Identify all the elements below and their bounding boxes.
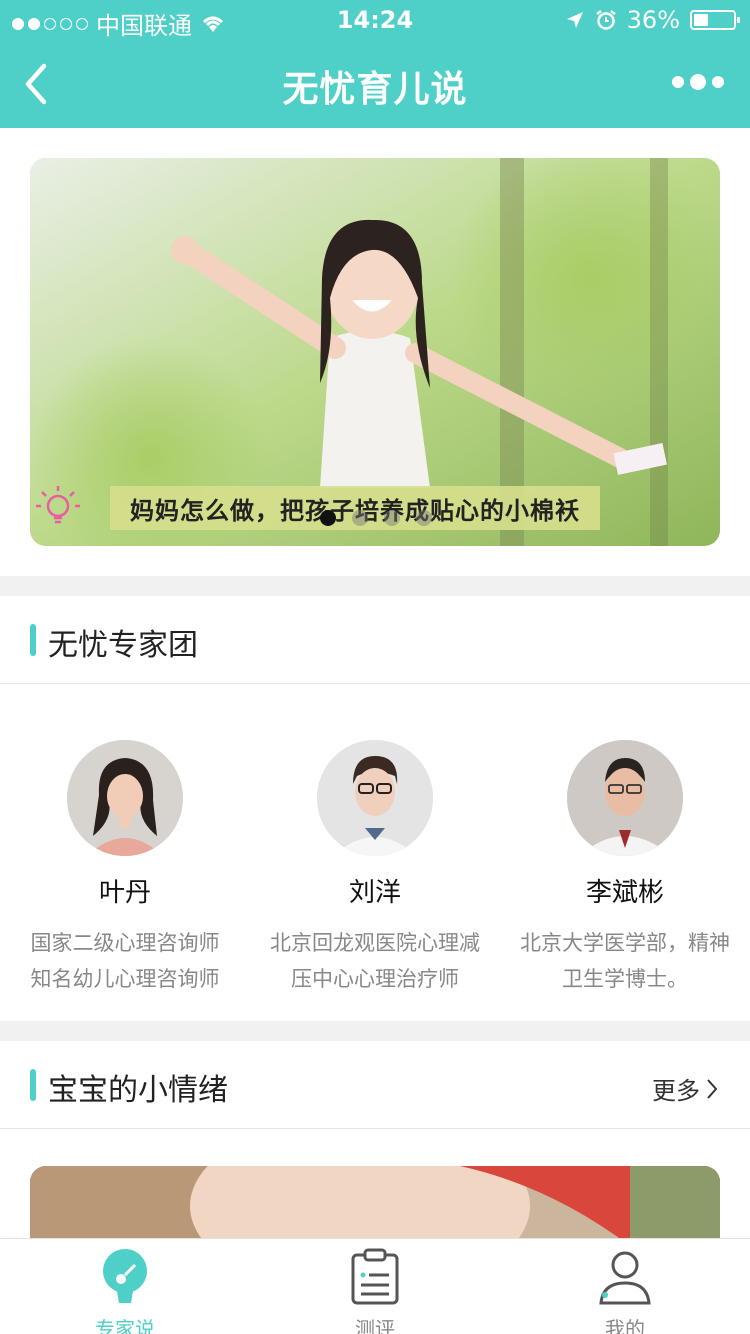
expert-desc-line: 知名幼儿心理咨询师	[30, 967, 220, 991]
carousel-dot[interactable]	[352, 510, 368, 526]
expert-card[interactable]: 李斌彬 北京大学医学部，精神 卫生学博士。	[500, 740, 750, 997]
section-accent-bar	[30, 1069, 36, 1101]
carousel-dot[interactable]	[416, 510, 432, 526]
location-arrow-icon	[566, 12, 583, 28]
emotions-section-header: 宝宝的小情绪 更多	[0, 1041, 750, 1129]
expert-name: 李斌彬	[585, 878, 664, 908]
more-dot-icon	[690, 74, 706, 90]
experts-list: 叶丹 国家二级心理咨询师 知名幼儿心理咨询师 刘洋 北京回龙观医院心理减 压中心…	[0, 740, 750, 1000]
section-divider	[0, 576, 750, 596]
avatar	[317, 740, 433, 856]
carousel-dot[interactable]	[320, 510, 336, 526]
clipboard-icon	[351, 1248, 399, 1305]
page-title: 无忧育儿说	[282, 69, 468, 110]
expert-desc-line: 北京大学医学部，精神	[520, 931, 730, 955]
avatar	[567, 740, 683, 856]
expert-desc-line: 卫生学博士。	[562, 967, 688, 991]
article-card-image[interactable]	[30, 1166, 720, 1246]
expert-desc-line: 国家二级心理咨询师	[30, 931, 220, 955]
more-menu-button[interactable]	[672, 74, 724, 90]
tab-label: 专家说	[95, 1317, 155, 1334]
section-divider	[0, 1021, 750, 1041]
more-dot-icon	[712, 76, 724, 88]
more-dot-icon	[672, 76, 684, 88]
person-icon	[599, 1251, 651, 1305]
expert-card[interactable]: 叶丹 国家二级心理咨询师 知名幼儿心理咨询师	[0, 740, 250, 997]
bulb-icon	[103, 1249, 147, 1303]
tab-bar: 专家说 测评 我的	[0, 1238, 750, 1334]
carousel-indicator	[320, 510, 432, 526]
expert-desc-line: 北京回龙观医院心理减	[270, 931, 480, 955]
tab-label: 测评	[355, 1317, 395, 1334]
expert-desc-line: 压中心心理治疗师	[291, 967, 459, 991]
avatar	[67, 740, 183, 856]
more-link-label: 更多	[652, 1077, 700, 1105]
expert-description: 北京大学医学部，精神 卫生学博士。	[500, 925, 750, 997]
emotions-section-title: 宝宝的小情绪	[48, 1073, 228, 1108]
status-right-group: 36%	[565, 6, 740, 34]
tab-mine[interactable]: 我的	[500, 1239, 750, 1334]
status-bar: 中国联通 14:24 36%	[0, 0, 750, 40]
chevron-right-icon	[707, 1078, 718, 1099]
experts-section-header: 无忧专家团	[0, 596, 750, 684]
expert-name: 刘洋	[348, 878, 401, 908]
expert-name: 叶丹	[98, 878, 151, 908]
battery-icon	[690, 10, 740, 30]
alarm-icon	[595, 10, 616, 30]
more-link[interactable]: 更多	[652, 1071, 720, 1106]
tab-experts[interactable]: 专家说	[0, 1239, 250, 1334]
carousel-dot[interactable]	[384, 510, 400, 526]
expert-description: 国家二级心理咨询师 知名幼儿心理咨询师	[0, 925, 250, 997]
section-accent-bar	[30, 624, 36, 656]
banner-carousel[interactable]: 妈妈怎么做，把孩子培养成贴心的小棉袄	[30, 158, 720, 546]
tab-label: 我的	[605, 1317, 645, 1334]
nav-bar: 无忧育儿说	[0, 40, 750, 128]
tab-assessment[interactable]: 测评	[250, 1239, 500, 1334]
bulb-logo-icon	[36, 486, 80, 524]
expert-description: 北京回龙观医院心理减 压中心心理治疗师	[250, 925, 500, 997]
article-photo	[30, 1166, 720, 1246]
expert-card[interactable]: 刘洋 北京回龙观医院心理减 压中心心理治疗师	[250, 740, 500, 997]
experts-section-title: 无忧专家团	[48, 628, 198, 663]
battery-percent: 36%	[626, 6, 680, 34]
